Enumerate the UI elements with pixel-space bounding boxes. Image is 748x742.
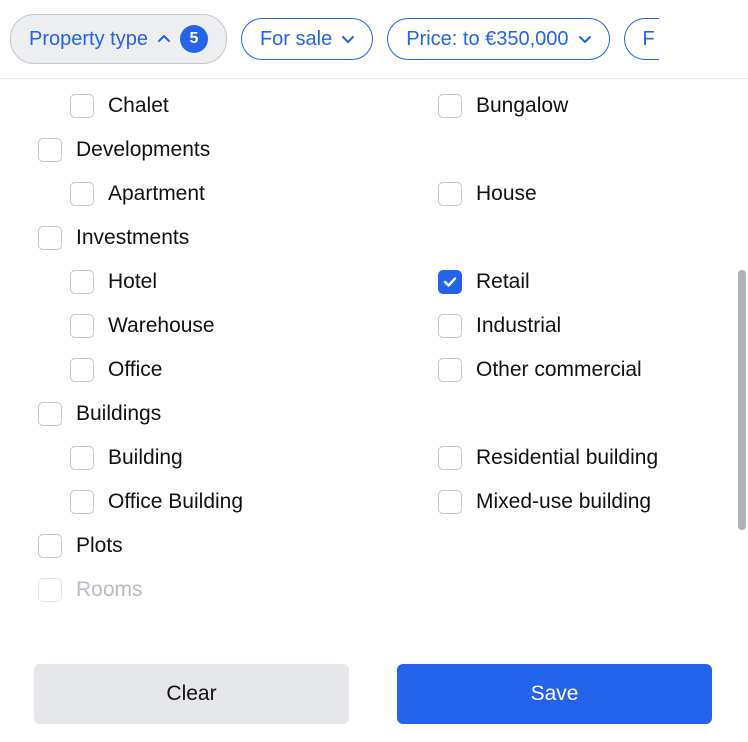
dropdown-footer: Clear Save [10,650,736,742]
property-type-label: Property type [29,29,148,49]
checkbox-other-commercial[interactable] [438,358,462,382]
option-label: Other commercial [476,358,642,382]
children-grid: Hotel Retail Warehouse Industrial Office Othe… [10,260,736,392]
option-label: Industrial [476,314,561,338]
group-label: Investments [76,226,189,250]
price-label: Price: to €350,000 [406,29,568,49]
option-label: Bungalow [476,94,568,118]
checkbox-rooms [38,578,62,602]
checkbox-warehouse[interactable] [70,314,94,338]
group-label: Plots [76,534,123,558]
checkbox-plots[interactable] [38,534,62,558]
checkbox-chalet[interactable] [70,94,94,118]
option-row-other-commercial: Other commercial [378,348,736,392]
checkbox-bungalow[interactable] [438,94,462,118]
checkbox-industrial[interactable] [438,314,462,338]
checkbox-office-building[interactable] [70,490,94,514]
option-label: Residential building [476,446,658,470]
checkbox-office[interactable] [70,358,94,382]
scrollbar[interactable] [738,270,746,530]
cutoff-label: F [643,29,655,49]
children-grid: Chalet Bungalow [10,84,736,128]
for-sale-label: For sale [260,29,332,49]
chevron-down-icon [342,33,354,45]
checkbox-hotel[interactable] [70,270,94,294]
option-row-office: Office [10,348,368,392]
option-label: Building [108,446,183,470]
option-row-house: House [378,172,736,216]
option-row-office-building: Office Building [10,480,368,524]
children-grid: Apartment House [10,172,736,216]
property-type-badge: 5 [180,25,208,53]
checkbox-residential-building[interactable] [438,446,462,470]
option-row-apartment: Apartment [10,172,368,216]
option-label: Apartment [108,182,205,206]
group-label: Developments [76,138,210,162]
option-row-retail: Retail [378,260,736,304]
checkbox-mixed-use-building[interactable] [438,490,462,514]
property-type-dropdown: Chalet Bungalow Developments Apartment House… [10,80,736,742]
option-label: Retail [476,270,530,294]
checkbox-building[interactable] [70,446,94,470]
checkbox-buildings[interactable] [38,402,62,426]
group-row-buildings: Buildings [10,392,736,436]
option-row-mixed-use-building: Mixed-use building [378,480,736,524]
option-label: Hotel [108,270,157,294]
option-row-chalet: Chalet [10,84,368,128]
option-label: Chalet [108,94,169,118]
option-row-bungalow: Bungalow [378,84,736,128]
options-list: Chalet Bungalow Developments Apartment House… [10,80,736,650]
checkbox-house[interactable] [438,182,462,206]
option-label: Office Building [108,490,243,514]
group-label: Buildings [76,402,161,426]
group-row-investments: Investments [10,216,736,260]
option-row-warehouse: Warehouse [10,304,368,348]
option-label: Office [108,358,162,382]
save-button[interactable]: Save [397,664,712,724]
checkbox-investments[interactable] [38,226,62,250]
option-label: Mixed-use building [476,490,651,514]
checkbox-apartment[interactable] [70,182,94,206]
option-row-hotel: Hotel [10,260,368,304]
option-label: Warehouse [108,314,215,338]
option-row-industrial: Industrial [378,304,736,348]
option-label: House [476,182,537,206]
chevron-down-icon [579,33,591,45]
group-row-developments: Developments [10,128,736,172]
checkbox-developments[interactable] [38,138,62,162]
clear-button[interactable]: Clear [34,664,349,724]
group-row-plots: Plots [10,524,736,568]
option-row-residential-building: Residential building [378,436,736,480]
option-row-building: Building [10,436,368,480]
children-grid: Building Residential building Office Build… [10,436,736,524]
filter-bar: Property type 5 For sale Price: to €350,… [0,0,748,79]
cutoff-filter[interactable]: F [624,18,659,60]
checkbox-retail[interactable] [438,270,462,294]
group-label: Rooms [76,578,143,602]
price-filter[interactable]: Price: to €350,000 [387,18,609,60]
property-type-filter[interactable]: Property type 5 [10,14,227,64]
group-row-rooms: Rooms [10,568,736,612]
for-sale-filter[interactable]: For sale [241,18,373,60]
chevron-up-icon [158,33,170,45]
